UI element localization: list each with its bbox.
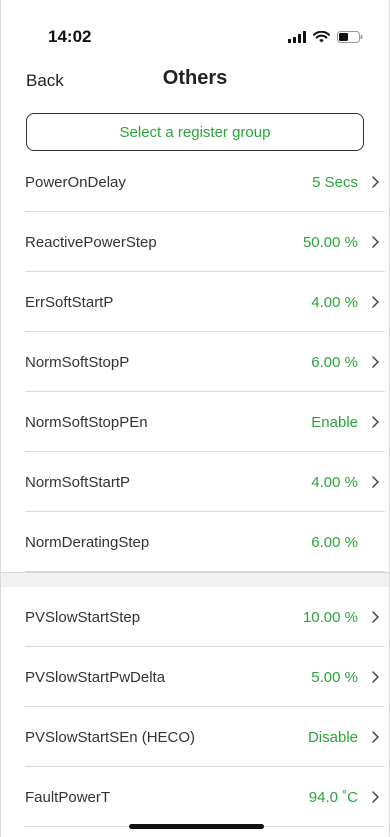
list-item-normsoftstoppen[interactable]: NormSoftStopPEn Enable <box>1 392 389 452</box>
chevron-right-icon <box>371 707 380 767</box>
setting-label: NormDeratingStep <box>25 533 150 551</box>
page-title: Others <box>162 67 228 89</box>
chevron-right-icon <box>371 767 380 827</box>
setting-label: NormSoftStopP <box>25 353 130 371</box>
list-item-powerondelay[interactable]: PowerOnDelay 5 Secs <box>1 152 389 212</box>
chevron-right-icon <box>371 212 380 272</box>
screen: 14:02 Back Others Select a register grou… <box>0 0 390 837</box>
list-item-normsoftstartp[interactable]: NormSoftStartP 4.00 % <box>1 452 389 512</box>
nav-bar: Back Others <box>1 58 389 102</box>
chevron-right-icon <box>371 272 380 332</box>
register-list: PowerOnDelay 5 Secs ReactivePowerStep 50.00… <box>1 152 389 827</box>
select-register-group-label: Select a register group <box>119 123 271 141</box>
setting-label: PVSlowStartSEn (HECO) <box>25 728 196 746</box>
list-item-pvslowstartsen-heco[interactable]: PVSlowStartSEn (HECO) Disable <box>1 707 389 767</box>
setting-label: PVSlowStartStep <box>25 608 141 626</box>
setting-value: 94.0 ˚C <box>308 788 358 806</box>
setting-value: Disable <box>307 728 358 746</box>
home-indicator <box>129 824 264 829</box>
setting-value: 10.00 % <box>302 608 358 626</box>
divider <box>25 571 385 572</box>
section-separator <box>1 572 389 587</box>
setting-value: 6.00 % <box>311 353 358 371</box>
chevron-right-icon <box>371 452 380 512</box>
setting-value: 6.00 % <box>311 533 358 551</box>
setting-label: PVSlowStartPwDelta <box>25 668 166 686</box>
setting-value: 4.00 % <box>311 473 358 491</box>
status-icons <box>288 30 363 48</box>
setting-value: 5 Secs <box>312 173 358 191</box>
list-item-normsoftstopp[interactable]: NormSoftStopP 6.00 % <box>1 332 389 392</box>
setting-value: Enable <box>311 413 358 431</box>
chevron-right-icon <box>371 152 380 212</box>
chevron-right-icon <box>371 587 380 647</box>
setting-label: PowerOnDelay <box>25 173 126 191</box>
setting-label: ErrSoftStartP <box>25 293 114 311</box>
setting-label: NormSoftStopPEn <box>25 413 148 431</box>
chevron-right-icon <box>371 647 380 707</box>
list-item-pvslowstartstep[interactable]: PVSlowStartStep 10.00 % <box>1 587 389 647</box>
list-item-pvslowstartpwdelta[interactable]: PVSlowStartPwDelta 5.00 % <box>1 647 389 707</box>
setting-label: FaultPowerT <box>25 788 111 806</box>
list-item-errsoftstartp[interactable]: ErrSoftStartP 4.00 % <box>1 272 389 332</box>
battery-icon <box>337 30 363 48</box>
setting-value: 50.00 % <box>302 233 358 251</box>
setting-label: ReactivePowerStep <box>25 233 157 251</box>
chevron-right-icon <box>371 332 380 392</box>
setting-value: 5.00 % <box>311 668 358 686</box>
list-item-normderatingstep[interactable]: NormDeratingStep 6.00 % <box>1 512 389 572</box>
list-item-reactivepowerstep[interactable]: ReactivePowerStep 50.00 % <box>1 212 389 272</box>
setting-label: NormSoftStartP <box>25 473 131 491</box>
status-time: 14:02 <box>48 27 92 46</box>
signal-icon <box>288 30 306 48</box>
chevron-right-icon <box>371 392 380 452</box>
status-bar: 14:02 <box>1 0 389 58</box>
list-item-faultpowert[interactable]: FaultPowerT 94.0 ˚C <box>1 767 389 827</box>
select-register-group-button[interactable]: Select a register group <box>26 113 364 151</box>
setting-value: 4.00 % <box>311 293 358 311</box>
wifi-icon <box>313 30 330 48</box>
